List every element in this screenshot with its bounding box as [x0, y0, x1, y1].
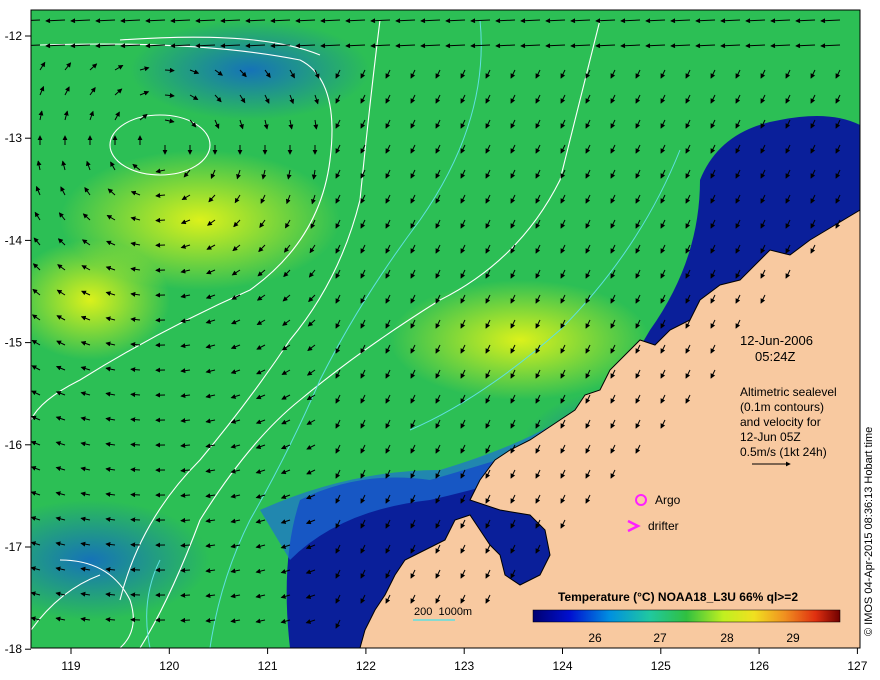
- colorbar-tick-label: 26: [588, 631, 602, 645]
- lon-tick-label: 124: [552, 659, 572, 673]
- lon-tick-label: 127: [847, 659, 867, 673]
- lon-tick-label: 125: [651, 659, 671, 673]
- lat-tick-label: -12: [5, 29, 23, 43]
- velocity-arrow: [164, 67, 175, 73]
- velocity-arrow: [180, 617, 191, 623]
- colorbar-title: Temperature (°C) NOAA18_L3U 66% ql>=2: [558, 590, 798, 604]
- colorbar-tick-label: 28: [720, 631, 734, 645]
- time-label: 05:24Z: [755, 349, 796, 364]
- lon-tick-label: 121: [258, 659, 278, 673]
- latitude-axis: -12 -13 -14 -15 -16 -17 -18: [5, 29, 31, 656]
- lat-tick-label: -18: [5, 642, 23, 656]
- velocity-arrow: [130, 492, 141, 498]
- bathymetry-label: 200 1000m: [414, 606, 473, 618]
- colorbar: [532, 609, 841, 623]
- altimetry-desc-line5: 0.5m/s (1kt 24h): [740, 445, 827, 459]
- drifter-label: drifter: [648, 519, 679, 533]
- altimetry-desc-line2: (0.1m contours): [740, 400, 825, 414]
- velocity-arrow: [180, 517, 191, 523]
- velocity-arrow: [130, 467, 141, 473]
- velocity-arrow: [130, 517, 141, 523]
- date-label: 12-Jun-2006: [740, 333, 813, 348]
- credit-text: © IMOS 04-Apr-2015 08:36:13 Hobart time: [863, 426, 875, 636]
- lat-tick-label: -14: [5, 233, 23, 247]
- colorbar-tick-label: 27: [653, 631, 667, 645]
- colorbar-tick-label: 29: [786, 631, 800, 645]
- altimetry-desc-line1: Altimetric sealevel: [740, 385, 837, 399]
- velocity-arrow: [155, 217, 166, 223]
- velocity-arrow: [130, 392, 141, 398]
- lon-tick-label: 126: [749, 659, 769, 673]
- lat-tick-label: -13: [5, 131, 23, 145]
- lon-tick-label: 120: [159, 659, 179, 673]
- altimetry-desc-line4: 12-Jun 05Z: [740, 430, 801, 444]
- lat-tick-label: -16: [5, 438, 23, 452]
- lon-tick-label: 122: [356, 659, 376, 673]
- lat-tick-label: -15: [5, 336, 23, 350]
- velocity-arrow: [180, 592, 191, 598]
- argo-label: Argo: [655, 493, 681, 507]
- altimetry-desc-line3: and velocity for: [740, 415, 821, 429]
- lon-tick-label: 123: [454, 659, 474, 673]
- lon-tick-label: 119: [61, 659, 80, 673]
- longitude-axis: 119 120 121 122 123 124 125 126 127: [61, 648, 868, 673]
- velocity-arrow: [130, 417, 141, 423]
- velocity-arrow: [180, 567, 191, 573]
- velocity-arrow: [130, 442, 141, 448]
- velocity-arrow: [180, 542, 191, 548]
- lat-tick-label: -17: [5, 540, 23, 554]
